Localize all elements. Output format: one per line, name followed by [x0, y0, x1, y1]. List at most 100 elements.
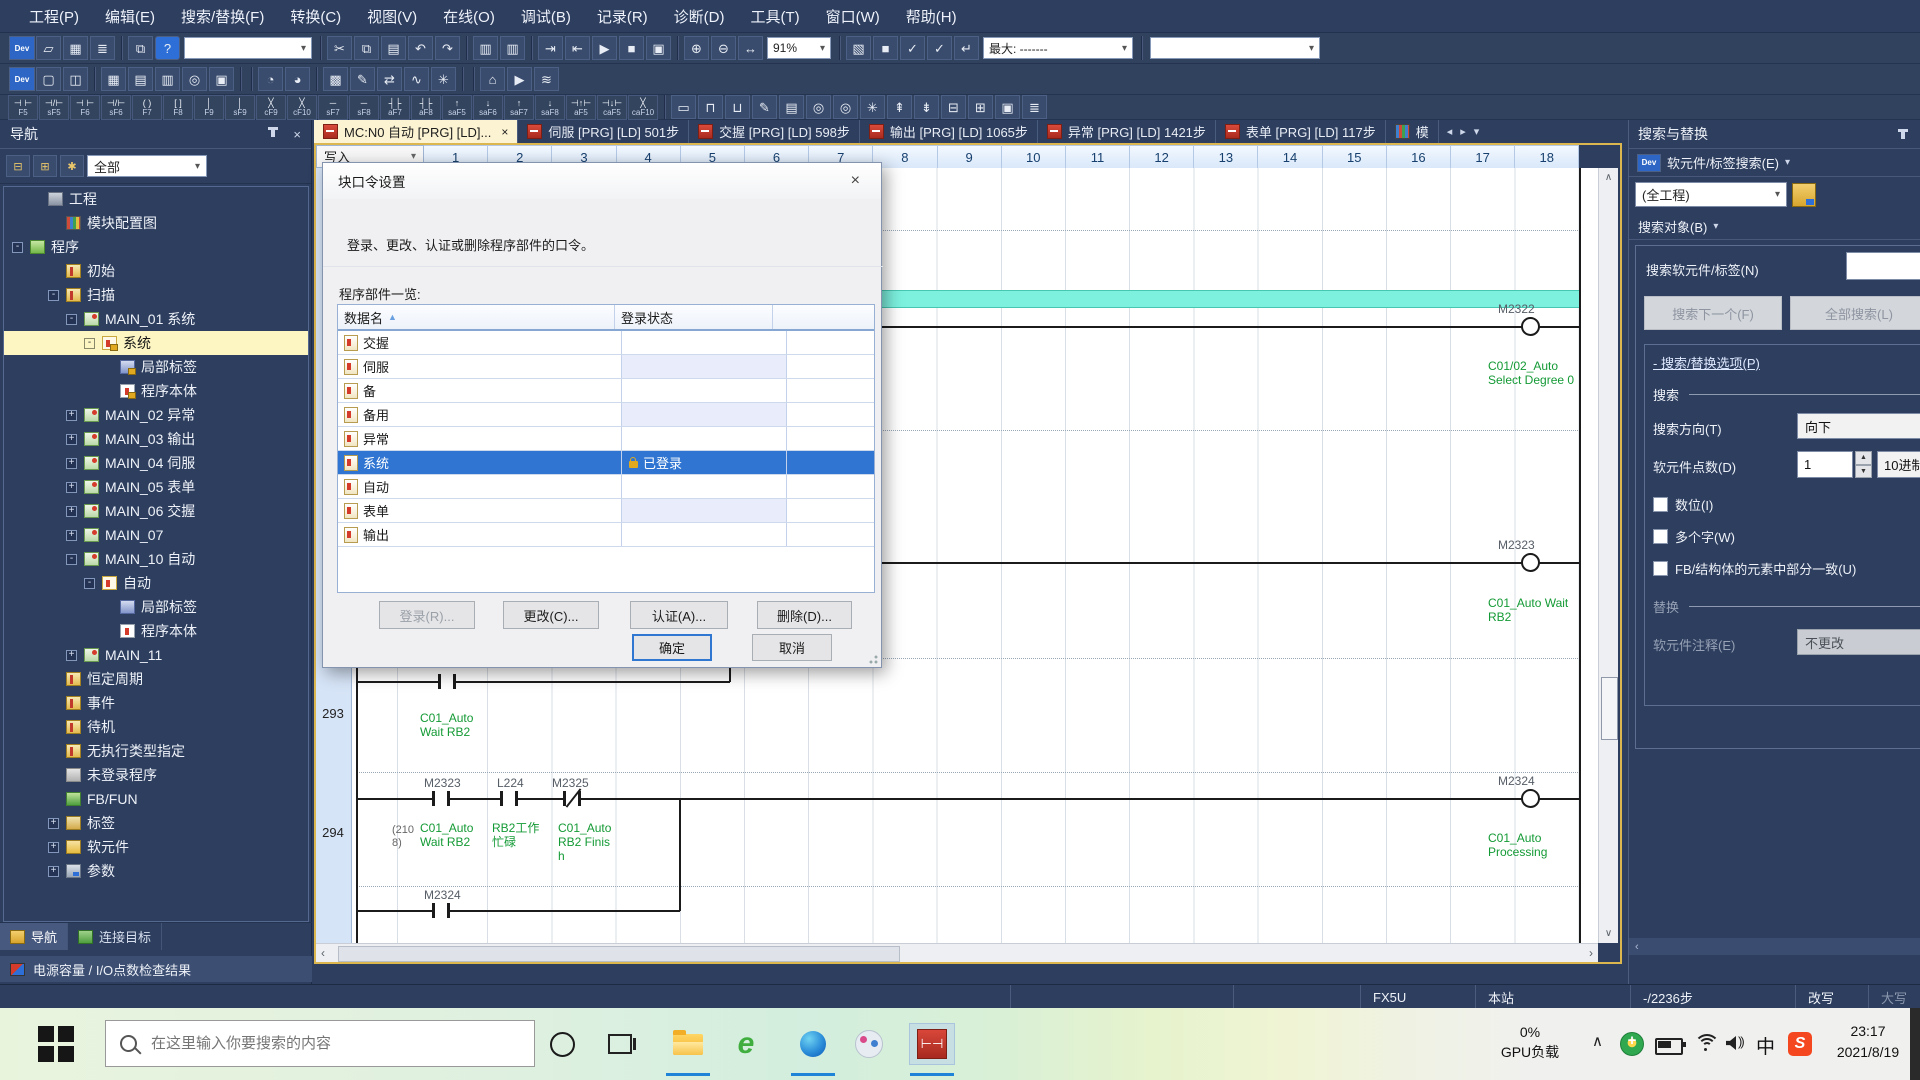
ladder-instruction-button[interactable]: ┤├aF8 [411, 95, 441, 120]
tray-overflow-icon[interactable]: ∧ [1592, 1032, 1603, 1050]
tree-expander[interactable] [48, 794, 64, 805]
gx-works-button[interactable]: ⊢⊣ [910, 1024, 954, 1064]
tree-item[interactable]: + 参数 [4, 859, 308, 883]
input-method-icon[interactable]: 中 [1756, 1032, 1775, 1059]
ladder-instruction-button[interactable]: ╳cF9 [256, 95, 286, 120]
tree-expander[interactable]: - [12, 242, 23, 253]
tree-item[interactable]: + MAIN_07 [4, 523, 308, 547]
antivirus-tray-icon[interactable] [1620, 1032, 1644, 1056]
document-tab[interactable]: 表单 [PRG] [LD] 117步 [1216, 120, 1386, 143]
list-header[interactable]: 数据名▲ 登录状态 [338, 305, 874, 331]
menu-item[interactable]: 工程(P) [16, 6, 92, 27]
tree-item[interactable]: 未登录程序 [4, 763, 308, 787]
tree-expander[interactable]: - [66, 314, 77, 325]
tree-item[interactable]: + MAIN_06 交握 [4, 499, 308, 523]
menu-item[interactable]: 转换(C) [277, 6, 354, 27]
toolbar-button[interactable]: ✓ [927, 36, 952, 60]
ladder-edit-button[interactable]: ▣ [995, 95, 1020, 119]
toolbar-button[interactable] [316, 67, 317, 91]
toolbar-button[interactable]: Dev [9, 67, 35, 91]
tree-expander[interactable]: - [84, 578, 95, 589]
change-button[interactable]: 更改(C)... [503, 601, 599, 629]
toolbar-button[interactable]: ▦ [63, 36, 88, 60]
tree-expander[interactable]: + [66, 434, 77, 445]
tree-expander[interactable]: + [48, 842, 59, 853]
find-combobox[interactable] [1846, 252, 1920, 280]
tree-item[interactable]: 初始 [4, 259, 308, 283]
contact-symbol[interactable] [432, 903, 450, 918]
document-tab[interactable]: 输出 [PRG] [LD] 1065步 [860, 120, 1038, 143]
tree-item[interactable]: - 扫描 [4, 283, 308, 307]
toolbar-button[interactable]: ? [155, 36, 180, 60]
tab-list-icon[interactable]: ▾ [1474, 125, 1480, 138]
program-row[interactable]: 自动 [338, 475, 874, 499]
tree-expander[interactable]: + [48, 866, 59, 877]
tree-item[interactable]: 程序本体 [4, 379, 308, 403]
ladder-instruction-button[interactable]: ─sF7 [318, 95, 348, 120]
tree-item[interactable]: 事件 [4, 691, 308, 715]
ladder-instruction-button[interactable]: ⊣ ⊢F5 [8, 95, 38, 120]
toolbar-button[interactable]: ✂ [327, 36, 352, 60]
ladder-edit-button[interactable]: ⇞ [887, 95, 912, 119]
device-points-stepper[interactable]: ▲ ▼ [1855, 451, 1872, 478]
tree-expander[interactable]: + [66, 458, 77, 469]
toolbar-button[interactable] [677, 36, 678, 60]
tree-expander[interactable] [30, 194, 46, 205]
ladder-edit-button[interactable]: ✎ [752, 95, 777, 119]
sogou-tray-icon[interactable]: S [1788, 1032, 1812, 1056]
taskbar-clock[interactable]: 23:17 2021/8/19 [1826, 1021, 1910, 1063]
toolbar-button[interactable]: Dev [9, 36, 35, 60]
menu-item[interactable]: 记录(R) [584, 6, 661, 27]
panel-horizontal-scrollbar[interactable]: ‹ [1629, 938, 1920, 955]
task-view-button[interactable] [598, 1024, 642, 1064]
program-row[interactable]: 备 [338, 379, 874, 403]
scroll-down-icon[interactable]: ∨ [1599, 928, 1618, 939]
tree-expander[interactable] [48, 674, 64, 685]
toolbar-button[interactable]: ↔ [738, 36, 763, 60]
toolbar-button[interactable]: ▣ [646, 36, 671, 60]
file-explorer-button[interactable] [666, 1024, 710, 1064]
dialog-close-icon[interactable]: × [845, 172, 866, 190]
collapse-tree-icon[interactable]: ⊟ [6, 155, 30, 177]
ladder-edit-button[interactable]: ≣ [1022, 95, 1047, 119]
ladder-instruction-button[interactable]: ↑saF5 [442, 95, 472, 120]
toolbar-button[interactable]: ▦ [101, 67, 126, 91]
device-points-input[interactable]: 1 [1797, 451, 1853, 478]
contact-nc-symbol[interactable] [563, 791, 581, 806]
digit-checkbox[interactable]: 数位(I) [1653, 495, 1713, 514]
ok-button[interactable]: 确定 [632, 634, 712, 661]
tree-expander[interactable] [102, 602, 118, 613]
tree-expander[interactable]: + [66, 506, 77, 517]
toolbar-button[interactable]: ▤ [381, 36, 406, 60]
contact-symbol[interactable] [432, 791, 450, 806]
ladder-instruction-button[interactable]: ⊣ ⊢F6 [70, 95, 100, 120]
tree-expander[interactable]: + [66, 482, 77, 493]
cortana-button[interactable] [540, 1024, 584, 1064]
toolbar-button[interactable]: 91% [767, 37, 831, 59]
expand-tree-icon[interactable]: ⊞ [33, 155, 57, 177]
toolbar-button[interactable]: ⇤ [565, 36, 590, 60]
toolbar-button[interactable] [320, 36, 321, 60]
gear-icon[interactable]: ✱ [60, 155, 84, 177]
tab-scroll-right-icon[interactable]: ▸ [1460, 125, 1466, 138]
device-comment-dropdown[interactable]: 不更改 [1797, 629, 1920, 655]
wifi-icon[interactable] [1694, 1034, 1718, 1054]
scroll-up-icon[interactable]: ∧ [1599, 172, 1618, 183]
cancel-button[interactable]: 取消 [752, 634, 832, 661]
program-row[interactable]: 系统 已登录 [338, 451, 874, 475]
tab-close-icon[interactable]: × [497, 125, 508, 139]
document-tab[interactable]: MC:N0 自动 [PRG] [LD]... × [314, 120, 518, 143]
coil-symbol[interactable] [1521, 789, 1540, 808]
tree-item[interactable]: 模块配置图 [4, 211, 308, 235]
toolbar-button[interactable] [1141, 36, 1142, 60]
edge-browser-button[interactable] [791, 1024, 835, 1064]
toolbar-button[interactable]: ▥ [473, 36, 498, 60]
menu-item[interactable]: 诊断(D) [661, 6, 738, 27]
tree-item[interactable]: - MAIN_10 自动 [4, 547, 308, 571]
vertical-scrollbar[interactable]: ∧ ∨ [1598, 168, 1618, 943]
tree-item[interactable]: 局部标签 [4, 355, 308, 379]
toolbar-button[interactable]: ◎ [182, 67, 207, 91]
tree-item[interactable]: + MAIN_05 表单 [4, 475, 308, 499]
ladder-instruction-button[interactable]: │F9 [194, 95, 224, 120]
ladder-instruction-button[interactable]: ╳cF10 [287, 95, 317, 120]
